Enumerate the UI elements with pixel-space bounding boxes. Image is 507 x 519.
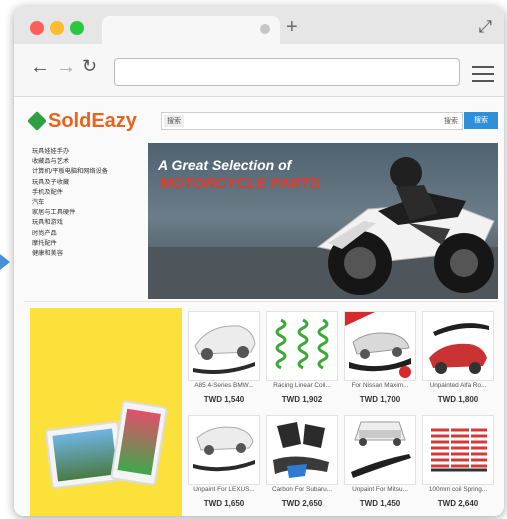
category-list: 玩具娃娃手办 收藏品与艺术 计算机/平板电脑和网络设备 玩具及子收藏 手机及配件… [32, 147, 142, 259]
search-label: 搜索 [444, 118, 458, 125]
new-tab-icon[interactable]: + [286, 16, 298, 39]
product-image[interactable] [422, 415, 494, 485]
site-logo[interactable]: SoldEazy [27, 110, 137, 133]
tab-bar: + ⤢ [14, 6, 504, 44]
maximize-window-button[interactable] [70, 21, 84, 35]
banner-headline: A Great Selection of [158, 157, 292, 173]
product-price: TWD 1,450 [359, 499, 401, 508]
category-item[interactable]: 收藏品与艺术 [32, 157, 142, 167]
product-image[interactable] [266, 311, 338, 381]
product-card[interactable]: Unpaint For Mitsu... TWD 1,450 [342, 415, 418, 516]
product-price: TWD 1,700 [359, 395, 401, 404]
hero-banner[interactable]: A Great Selection of MOTORCYCLE PARTS [148, 143, 498, 299]
product-image[interactable] [422, 311, 494, 381]
product-card[interactable]: Unpainted Alfa Ro... TWD 1,800 [420, 311, 496, 415]
category-item[interactable]: 汽车 [32, 198, 142, 208]
product-name[interactable]: A85 4-Series BMW... [186, 382, 262, 389]
category-item[interactable]: 玩具及子收藏 [32, 178, 142, 188]
promo-banner[interactable] [30, 308, 182, 516]
product-image[interactable] [344, 415, 416, 485]
category-item[interactable]: 家居与工具硬件 [32, 208, 142, 218]
close-window-button[interactable] [30, 21, 44, 35]
back-arrow-icon[interactable]: ← [30, 56, 50, 79]
product-card[interactable]: Carbon For Subaru... TWD 2,650 [264, 415, 340, 516]
product-price: TWD 1,800 [437, 395, 479, 404]
product-image[interactable] [188, 415, 260, 485]
browser-window: + ⤢ ← → ↻ SoldEazy 搜索 搜索 搜索 玩具娃娃手办 收藏品与艺… [14, 6, 504, 516]
motorcycle-image [316, 157, 495, 295]
section-divider [24, 301, 498, 302]
category-item[interactable]: 玩具和游戏 [32, 218, 142, 228]
product-name[interactable]: Unpaint For LEXUS... [186, 486, 262, 493]
category-item[interactable]: 时尚产品 [32, 229, 142, 239]
product-price: TWD 2,640 [437, 499, 479, 508]
expand-icon[interactable]: ⤢ [478, 17, 492, 37]
web-page: SoldEazy 搜索 搜索 搜索 玩具娃娃手办 收藏品与艺术 计算机/平板电脑… [14, 97, 504, 516]
product-card[interactable]: 100mm coil Spring... TWD 2,640 [420, 415, 496, 516]
minimize-window-button[interactable] [50, 21, 64, 35]
category-item[interactable]: 健康和美容 [32, 249, 142, 259]
search-box: 搜索 搜索 [161, 112, 463, 130]
category-item[interactable]: 手机及配件 [32, 188, 142, 198]
tablet-portrait-image [110, 399, 168, 487]
product-card[interactable]: For Nissan Maxim... TWD 1,700 [342, 311, 418, 415]
product-price: TWD 1,540 [203, 395, 245, 404]
logo-mark-icon [27, 111, 47, 131]
product-card[interactable]: A85 4-Series BMW... TWD 1,540 [186, 311, 262, 415]
category-item[interactable]: 摩托配件 [32, 239, 142, 249]
product-image[interactable] [188, 311, 260, 381]
browser-tab[interactable] [102, 16, 280, 44]
tab-close-icon[interactable] [260, 24, 270, 34]
product-name[interactable]: 100mm coil Spring... [420, 486, 496, 493]
product-image[interactable] [266, 415, 338, 485]
product-card[interactable]: Racing Linear Coil... TWD 1,902 [264, 311, 340, 415]
product-card[interactable]: Unpaint For LEXUS... TWD 1,650 [186, 415, 262, 516]
search-button[interactable]: 搜索 [464, 112, 498, 129]
browser-toolbar: ← → ↻ [14, 44, 504, 97]
product-price: TWD 2,650 [281, 499, 323, 508]
product-name[interactable]: Carbon For Subaru... [264, 486, 340, 493]
forward-arrow-icon[interactable]: → [56, 56, 76, 79]
search-category-select[interactable]: 搜索 [164, 115, 184, 127]
banner-subheadline: MOTORCYCLE PARTS [160, 175, 321, 192]
reload-icon[interactable]: ↻ [82, 56, 97, 77]
url-bar[interactable] [114, 58, 460, 86]
product-name[interactable]: Unpaint For Mitsu... [342, 486, 418, 493]
search-input[interactable] [194, 114, 428, 128]
menu-icon[interactable] [472, 66, 494, 87]
category-item[interactable]: 玩具娃娃手办 [32, 147, 142, 157]
product-name[interactable]: Unpainted Alfa Ro... [420, 382, 496, 389]
product-name[interactable]: Racing Linear Coil... [264, 382, 340, 389]
product-image[interactable] [344, 311, 416, 381]
product-name[interactable]: For Nissan Maxim... [342, 382, 418, 389]
category-item[interactable]: 计算机/平板电脑和网络设备 [32, 167, 142, 177]
pointer-arrow [0, 254, 10, 270]
product-price: TWD 1,902 [281, 395, 323, 404]
product-price: TWD 1,650 [203, 499, 245, 508]
